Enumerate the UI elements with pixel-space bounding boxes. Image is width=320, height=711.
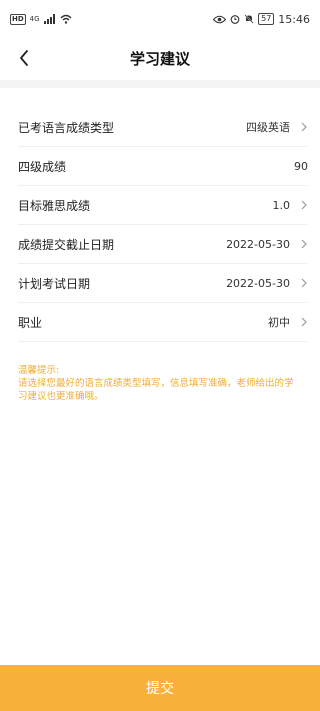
- row-planned-exam-date[interactable]: 计划考试日期 2022-05-30: [18, 264, 308, 303]
- chevron-right-icon: [301, 278, 307, 288]
- battery-indicator: 57: [258, 13, 275, 25]
- chevron-right-icon: [301, 122, 307, 132]
- form-list: 已考语言成绩类型 四级英语 四级成绩 90 目标雅思成绩 1.0 成绩提交截止日…: [0, 108, 320, 342]
- status-left: HD 4G: [10, 13, 72, 25]
- alarm-icon: [230, 15, 240, 24]
- hd-badge: HD: [10, 13, 26, 25]
- page-title: 学习建议: [129, 49, 190, 68]
- row-label: 成绩提交截止日期: [18, 237, 115, 252]
- row-target-ielts-score[interactable]: 目标雅思成绩 1.0: [18, 186, 308, 225]
- status-bar: HD 4G 57 15:46: [0, 0, 320, 38]
- row-value: 1.0: [272, 198, 291, 212]
- row-score-deadline[interactable]: 成绩提交截止日期 2022-05-30: [18, 225, 308, 264]
- eye-icon: [213, 15, 227, 23]
- chevron-right-icon: [301, 239, 307, 249]
- clock: 15:46: [278, 12, 310, 26]
- section-divider: [0, 80, 320, 88]
- chevron-right-icon: [301, 200, 307, 210]
- row-occupation[interactable]: 职业 初中: [18, 303, 308, 342]
- row-label: 四级成绩: [18, 159, 67, 174]
- row-value: 90: [294, 159, 308, 173]
- row-label: 计划考试日期: [18, 276, 91, 291]
- tips-text: 请选择您最好的语言成绩类型填写，信息填写准确，老师给出的学习建议也更准确哦。: [18, 378, 294, 402]
- row-value: 2022-05-30: [226, 237, 290, 251]
- chevron-right-icon: [301, 317, 307, 327]
- row-value: 四级英语: [246, 121, 290, 134]
- row-cet4-score[interactable]: 四级成绩 90: [18, 147, 308, 186]
- wifi-icon: [60, 14, 72, 24]
- network-type: 4G: [29, 15, 40, 23]
- back-button[interactable]: [12, 46, 36, 70]
- nav-bar: 学习建议: [0, 38, 320, 78]
- row-value: 2022-05-30: [226, 276, 290, 290]
- submit-button[interactable]: 提交: [0, 665, 320, 711]
- row-value: 初中: [268, 316, 290, 329]
- row-label: 职业: [18, 315, 43, 330]
- tips-title: 温馨提示:: [18, 365, 60, 376]
- mute-icon: [244, 14, 254, 24]
- row-label: 已考语言成绩类型: [18, 120, 115, 135]
- chevron-left-icon: [20, 50, 28, 66]
- row-language-score-type[interactable]: 已考语言成绩类型 四级英语: [18, 108, 308, 147]
- signal-icon: [43, 14, 55, 24]
- row-label: 目标雅思成绩: [18, 198, 91, 213]
- tips-box: 温馨提示: 请选择您最好的语言成绩类型填写，信息填写准确，老师给出的学习建议也更…: [18, 364, 300, 403]
- status-right: 57 15:46: [213, 13, 310, 26]
